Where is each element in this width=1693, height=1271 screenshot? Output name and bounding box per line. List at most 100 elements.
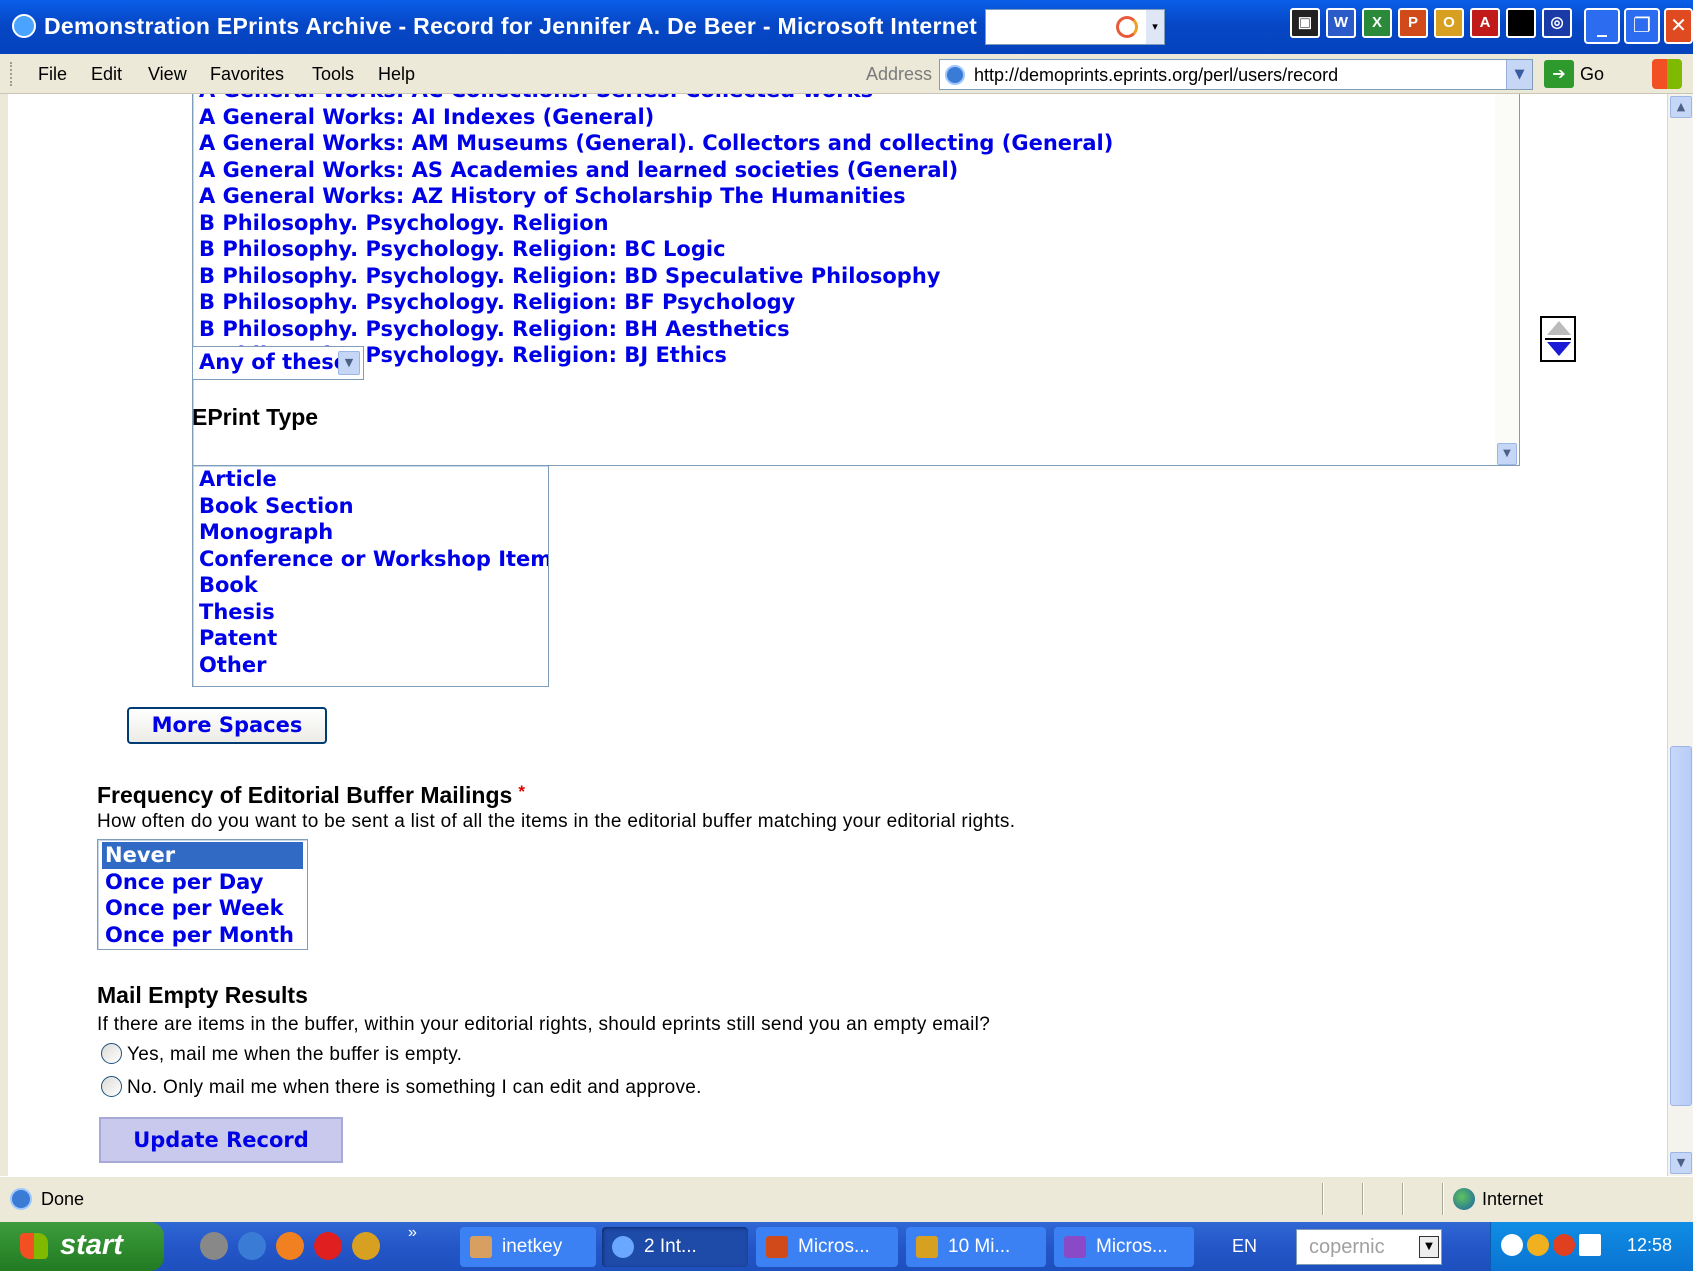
list-item[interactable]: Other [199, 652, 548, 679]
scroll-up-icon[interactable]: ▲ [1670, 96, 1692, 118]
list-item[interactable]: Thesis [199, 599, 548, 626]
shield-icon[interactable] [1579, 1234, 1601, 1256]
office-icon[interactable]: ▣ [1290, 8, 1320, 38]
acrobat-icon[interactable]: A [1470, 8, 1500, 38]
list-item[interactable]: A General Works: AC Collections. Series.… [199, 94, 1113, 104]
taskbar-button-inetkey[interactable]: inetkey [460, 1227, 596, 1267]
menu-help[interactable]: Help [378, 64, 415, 85]
more-spaces-button[interactable]: More Spaces [127, 707, 327, 744]
security-zone-label: Internet [1482, 1189, 1544, 1209]
list-item[interactable]: Once per Week [102, 895, 303, 922]
taskbar: start » inetkey 2 Int... Micros... 10 Mi… [0, 1222, 1693, 1271]
menu-favorites[interactable]: Favorites [210, 64, 284, 85]
list-item[interactable]: Patent [199, 625, 548, 652]
list-item[interactable]: A General Works: AM Museums (General). C… [199, 130, 1113, 157]
menu-view[interactable]: View [148, 64, 187, 85]
eprint-type-listbox[interactable]: Article Book Section Monograph Conferenc… [192, 465, 549, 687]
list-item[interactable]: B Philosophy. Psychology. Religion: BF P… [199, 289, 1113, 316]
page-scrollbar[interactable]: ▲ ▼ [1667, 94, 1693, 1176]
chevron-down-icon[interactable]: ▾ [1146, 10, 1164, 44]
black-app-icon[interactable] [1506, 8, 1536, 38]
internet-zone-icon [1453, 1188, 1475, 1210]
toolbar-grip[interactable] [10, 62, 14, 86]
powerpoint-icon[interactable]: P [1398, 8, 1428, 38]
excel-icon[interactable]: X [1362, 8, 1392, 38]
chevron-down-icon[interactable]: ▼ [1419, 1236, 1439, 1258]
frequency-listbox[interactable]: Never Once per Day Once per Week Once pe… [97, 839, 308, 950]
antivirus-icon[interactable] [1553, 1234, 1575, 1256]
messenger-icon[interactable]: ◎ [1542, 8, 1572, 38]
language-indicator[interactable]: EN [1232, 1236, 1257, 1257]
radio-button-no[interactable] [101, 1076, 122, 1097]
list-item[interactable]: A General Works: AZ History of Scholarsh… [199, 183, 1113, 210]
list-item[interactable]: A General Works: AS Academies and learne… [199, 157, 1113, 184]
go-button[interactable]: Go [1580, 64, 1604, 85]
list-item[interactable]: Conference or Workshop Item [199, 546, 548, 573]
scrollbar-thumb[interactable] [1670, 746, 1692, 1106]
outlook-icon[interactable] [352, 1232, 380, 1260]
chevron-down-icon[interactable]: ▼ [1506, 60, 1532, 89]
menu-tools[interactable]: Tools [312, 64, 354, 85]
radio-yes-option[interactable]: Yes, mail me when the buffer is empty. [101, 1043, 462, 1066]
maximize-button[interactable]: ❐ [1624, 8, 1660, 44]
word-icon[interactable]: W [1326, 8, 1356, 38]
quicklaunch-app-icon[interactable] [200, 1232, 228, 1260]
radio-button-yes[interactable] [101, 1043, 122, 1064]
windows-logo-icon [1652, 59, 1682, 89]
match-mode-select[interactable]: Any of these ▼ [192, 346, 364, 380]
list-item[interactable]: Article [199, 466, 548, 493]
back-icon[interactable] [1501, 1234, 1523, 1256]
mail-empty-heading: Mail Empty Results [97, 982, 308, 1008]
move-up-icon[interactable] [1547, 321, 1571, 335]
list-item[interactable]: Book [199, 572, 548, 599]
close-button[interactable]: ✕ [1664, 8, 1693, 44]
list-item[interactable]: Once per Day [102, 869, 303, 896]
list-item[interactable]: Once per Month [102, 922, 303, 949]
taskbar-button-microsoft[interactable]: Micros... [1054, 1227, 1194, 1267]
scroll-down-icon[interactable]: ▼ [1497, 443, 1517, 465]
copernic-search-box[interactable]: copernic ▼ [1296, 1229, 1442, 1265]
list-item-selected[interactable]: Never [102, 842, 303, 869]
list-item[interactable]: B Philosophy. Psychology. Religion: BH A… [199, 316, 1113, 343]
reorder-buttons[interactable] [1540, 316, 1576, 362]
taskbar-button-outlook[interactable]: 10 Mi... [906, 1227, 1046, 1267]
list-item[interactable]: B Philosophy. Psychology. Religion: BC L… [199, 236, 1113, 263]
address-url[interactable]: http://demoprints.eprints.org/perl/users… [974, 65, 1338, 86]
ie-icon [612, 1236, 634, 1258]
list-item[interactable]: Monograph [199, 519, 548, 546]
address-bar[interactable]: http://demoprints.eprints.org/perl/users… [939, 59, 1533, 90]
scroll-down-icon[interactable]: ▼ [1670, 1152, 1692, 1174]
subjects-listbox[interactable]: A General Works: AC Collections. Series.… [192, 94, 1520, 466]
menu-edit[interactable]: Edit [91, 64, 122, 85]
list-item[interactable]: A General Works: AI Indexes (General) [199, 104, 1113, 131]
menu-file[interactable]: File [38, 64, 67, 85]
chrome-icon[interactable] [1527, 1234, 1549, 1256]
status-divider [1362, 1183, 1364, 1215]
eprint-type-heading: EPrint Type [192, 404, 319, 430]
list-item[interactable]: B Philosophy. Psychology. Religion [199, 210, 1113, 237]
list-item[interactable]: B Philosophy. Psychology. Religion: BD S… [199, 263, 1113, 290]
move-down-icon[interactable] [1547, 342, 1571, 356]
minimize-button[interactable]: _ [1584, 8, 1620, 44]
taskbar-button-powerpoint[interactable]: Micros... [756, 1227, 898, 1267]
ie-app-icon[interactable] [12, 14, 36, 38]
go-arrow-icon[interactable]: ➔ [1544, 60, 1574, 88]
outlook-icon[interactable]: O [1434, 8, 1464, 38]
subjects-scrollbar[interactable]: ▼ [1495, 94, 1519, 465]
start-button[interactable]: start [0, 1222, 164, 1271]
update-record-button[interactable]: Update Record [99, 1117, 343, 1163]
list-item[interactable]: Book Section [199, 493, 548, 520]
radio-yes-label: Yes, mail me when the buffer is empty. [127, 1044, 463, 1065]
task-label: 10 Mi... [948, 1236, 1011, 1257]
chevron-right-icon[interactable]: » [408, 1224, 417, 1242]
page-status-icon [10, 1188, 32, 1210]
menu-bar: File Edit View Favorites Tools Help Addr… [0, 54, 1693, 94]
ie-icon[interactable] [238, 1232, 266, 1260]
chevron-down-icon[interactable]: ▼ [338, 351, 360, 375]
search-engine-icon [1116, 16, 1138, 38]
titlebar-search-box[interactable]: ▾ [985, 9, 1165, 45]
firefox-icon[interactable] [276, 1232, 304, 1260]
taskbar-button-internet-explorer[interactable]: 2 Int... [602, 1227, 748, 1267]
radio-no-option[interactable]: No. Only mail me when there is something… [101, 1076, 702, 1099]
skype-icon[interactable] [314, 1232, 342, 1260]
